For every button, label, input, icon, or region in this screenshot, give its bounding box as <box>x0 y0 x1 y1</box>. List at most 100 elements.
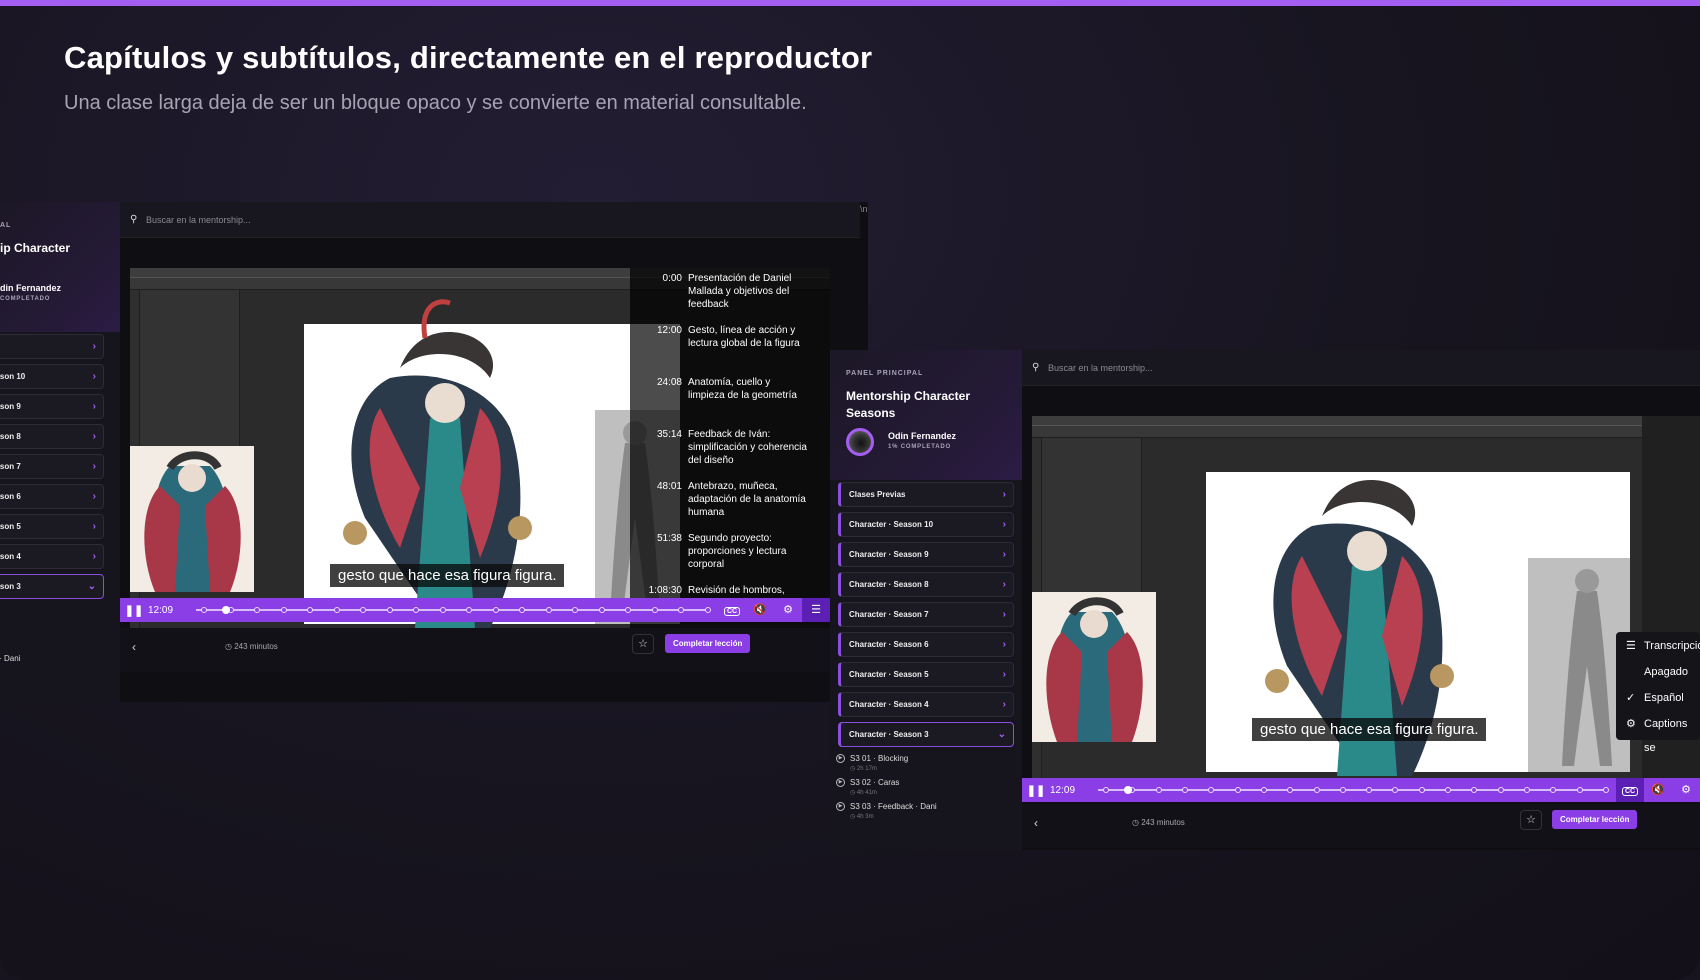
video-frame[interactable]: gesto que hace esa figura figura. 0:00 Pr… <box>130 268 830 630</box>
chapter-marker[interactable] <box>1182 787 1189 793</box>
lesson-title: S3 03 · Feedback · Dani <box>850 802 937 811</box>
favorite-star-icon[interactable]: ☆ <box>1520 810 1542 830</box>
seek-knob[interactable] <box>221 606 230 614</box>
chapter-marker[interactable] <box>333 607 340 613</box>
mute-icon[interactable]: 🔇 <box>746 598 774 622</box>
chapter-marker[interactable] <box>1392 787 1399 793</box>
captions-menu-item[interactable]: Apagado <box>1616 660 1700 684</box>
sidebar-item-label: eason 3 <box>0 582 21 591</box>
chapter-marker[interactable] <box>1287 787 1294 793</box>
player-controls: ❚❚ 12:09 CC 🔇 ⚙ ☰ <box>120 598 830 622</box>
sidebar-item[interactable]: eason 5 › <box>0 514 104 539</box>
sidebar-item[interactable]: Character · Season 5 › <box>838 662 1014 687</box>
sidebar-item[interactable]: eason 8 › <box>0 424 104 449</box>
pause-button[interactable]: ❚❚ <box>1022 784 1050 797</box>
sidebar-item[interactable]: s› <box>0 334 104 359</box>
chapter-marker[interactable] <box>1550 787 1557 793</box>
seek-bar[interactable] <box>196 606 711 614</box>
user-name: Odin Fernandez <box>888 431 957 441</box>
chapter-marker[interactable] <box>1155 787 1162 793</box>
chapter-marker[interactable] <box>201 607 208 613</box>
sidebar-item[interactable]: eason 10 › <box>0 364 104 389</box>
sidebar-item[interactable]: eason 6 › <box>0 484 104 509</box>
lesson-item[interactable]: back · Dani <box>0 654 20 663</box>
chapter-marker[interactable] <box>1366 787 1373 793</box>
sidebar-header: PANEL PRINCIPAL Mentorship Character Sea… <box>830 350 1022 480</box>
chapter-marker[interactable] <box>280 607 287 613</box>
sidebar-item[interactable]: Character · Season 4 › <box>838 692 1014 717</box>
lesson-duration: ◷ 4h 3m <box>850 814 874 820</box>
lesson-title: S3 01 · Blocking <box>850 754 909 763</box>
chapter-marker[interactable] <box>360 607 367 613</box>
current-time: 12:09 <box>1050 784 1076 796</box>
chapter-marker[interactable] <box>598 607 605 613</box>
chapter-marker[interactable] <box>1576 787 1583 793</box>
chapter-marker[interactable] <box>439 607 446 613</box>
sidebar-item[interactable]: Clases Previas › <box>838 482 1014 507</box>
sidebar-item[interactable]: Character · Season 3 ⌄ <box>838 722 1014 747</box>
chapter-marker[interactable] <box>1260 787 1267 793</box>
complete-lesson-button[interactable]: Completar lección <box>665 634 751 653</box>
chapter-marker[interactable] <box>466 607 473 613</box>
seek-knob[interactable] <box>1123 786 1132 794</box>
chevron-right-icon: › <box>92 371 96 382</box>
chapter-marker[interactable] <box>1523 787 1530 793</box>
chapter-marker[interactable] <box>1471 787 1478 793</box>
back-chevron-icon[interactable]: ‹ <box>1034 816 1038 830</box>
chapter-marker[interactable] <box>1418 787 1425 793</box>
chapter-marker[interactable] <box>492 607 499 613</box>
settings-gear-icon[interactable]: ⚙ <box>1672 778 1700 802</box>
chapter-marker[interactable] <box>413 607 420 613</box>
course-sidebar: PANEL PRINCIPAL Mentorship Character Sea… <box>830 350 1022 850</box>
lesson-item[interactable]: ▶ S3 02 · Caras ◷ 4h 41m <box>836 778 899 796</box>
chapter-marker[interactable] <box>386 607 393 613</box>
chapter-marker[interactable] <box>1339 787 1346 793</box>
chapter-marker[interactable] <box>254 607 261 613</box>
duration-label: 243 minutos <box>1141 818 1185 827</box>
play-circle-icon: ▶ <box>836 802 845 811</box>
search-icon: ⚲ <box>1032 362 1040 373</box>
sidebar-item[interactable]: Character · Season 9 › <box>838 542 1014 567</box>
search-bar[interactable]: ⚲ Buscar en la mentorship... <box>120 202 860 238</box>
search-bar[interactable]: ⚲ Buscar en la mentorship... <box>1022 350 1700 386</box>
settings-gear-icon[interactable]: ⚙ <box>774 598 802 622</box>
chapter-marker[interactable] <box>625 607 632 613</box>
sidebar-item[interactable]: eason 9 › <box>0 394 104 419</box>
captions-button[interactable]: CC <box>1616 778 1644 802</box>
sidebar-item[interactable]: Character · Season 7 › <box>838 602 1014 627</box>
favorite-star-icon[interactable]: ☆ <box>632 634 654 654</box>
sidebar-item[interactable]: eason 3 ⌄ <box>0 574 104 599</box>
chapter-marker[interactable] <box>651 607 658 613</box>
chapter-marker[interactable] <box>572 607 579 613</box>
chapter-marker[interactable] <box>1234 787 1241 793</box>
chapter-marker[interactable] <box>545 607 552 613</box>
sidebar-item[interactable]: eason 4 › <box>0 544 104 569</box>
chapters-list-icon[interactable]: ☰ <box>802 598 830 622</box>
back-chevron-icon[interactable]: ‹ <box>132 640 136 654</box>
sidebar-item[interactable]: eason 7 › <box>0 454 104 479</box>
chapter-marker[interactable] <box>704 607 711 613</box>
captions-menu-item[interactable]: ☰ Transcripció <box>1616 634 1700 658</box>
lesson-item[interactable]: ▶ S3 01 · Blocking ◷ 2h 17m <box>836 754 909 772</box>
lesson-item[interactable]: ▶ S3 03 · Feedback · Dani ◷ 4h 3m <box>836 802 937 820</box>
seek-bar[interactable] <box>1098 786 1609 794</box>
captions-button[interactable]: CC <box>718 598 746 622</box>
video-frame[interactable]: gesto que hace esa figura figura. ☰ Trans… <box>1032 416 1700 778</box>
captions-menu-item[interactable]: ✓ Español <box>1616 686 1700 710</box>
sidebar-item[interactable]: Character · Season 6 › <box>838 632 1014 657</box>
chapter-marker[interactable] <box>1103 787 1110 793</box>
chapter-marker[interactable] <box>519 607 526 613</box>
complete-lesson-button[interactable]: Completar lección <box>1552 810 1638 829</box>
captions-menu-item[interactable]: ⚙ Captions se <box>1616 712 1700 754</box>
sidebar-item[interactable]: Character · Season 10 › <box>838 512 1014 537</box>
chapter-marker[interactable] <box>1497 787 1504 793</box>
chapter-marker[interactable] <box>1313 787 1320 793</box>
mute-icon[interactable]: 🔇 <box>1644 778 1672 802</box>
chapter-marker[interactable] <box>1208 787 1215 793</box>
chapter-marker[interactable] <box>1445 787 1452 793</box>
chapter-marker[interactable] <box>307 607 314 613</box>
sidebar-item[interactable]: Character · Season 8 › <box>838 572 1014 597</box>
pause-button[interactable]: ❚❚ <box>120 604 148 617</box>
chapter-marker[interactable] <box>1602 787 1609 793</box>
chapter-marker[interactable] <box>678 607 685 613</box>
